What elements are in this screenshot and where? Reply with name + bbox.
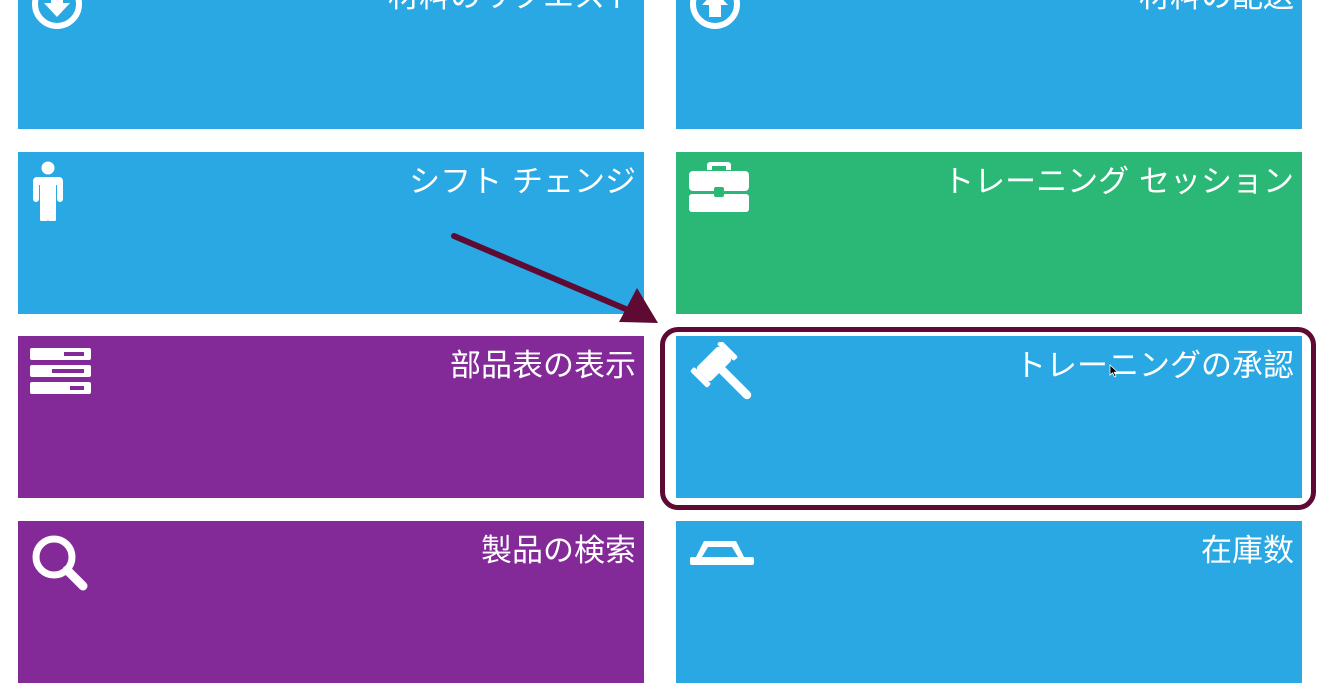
tile-training-session[interactable]: トレーニング セッション: [676, 152, 1302, 314]
tile-shift-change[interactable]: シフト チェンジ: [18, 152, 644, 314]
list-stack-icon: [30, 348, 91, 394]
tile-label: 製品の検索: [481, 533, 636, 569]
search-icon: [32, 535, 88, 591]
tile-label: 部品表の表示: [450, 348, 636, 384]
person-icon: [33, 161, 63, 221]
tile-label: トレーニングの承認: [1015, 348, 1294, 384]
tile-label: 在庫数: [1201, 533, 1294, 569]
tile-label: トレーニング セッション: [943, 164, 1294, 200]
gavel-icon: [690, 342, 752, 400]
tile-bom-view[interactable]: 部品表の表示: [18, 336, 644, 498]
upload-circle-icon: [690, 0, 740, 29]
tile-label: 材料の配送: [1139, 0, 1294, 19]
tile-label: 材料のリクエスト: [388, 0, 636, 19]
tile-inventory-count[interactable]: 在庫数: [676, 521, 1302, 683]
tile-label: シフト チェンジ: [409, 164, 636, 200]
basket-icon: [690, 541, 754, 565]
tile-material-request[interactable]: 材料のリクエスト: [18, 0, 644, 129]
tile-product-search[interactable]: 製品の検索: [18, 521, 644, 683]
briefcase-icon: [689, 162, 749, 212]
tile-training-approval[interactable]: トレーニングの承認: [676, 336, 1302, 498]
tile-material-delivery[interactable]: 材料の配送: [676, 0, 1302, 129]
download-circle-icon: [32, 0, 82, 29]
